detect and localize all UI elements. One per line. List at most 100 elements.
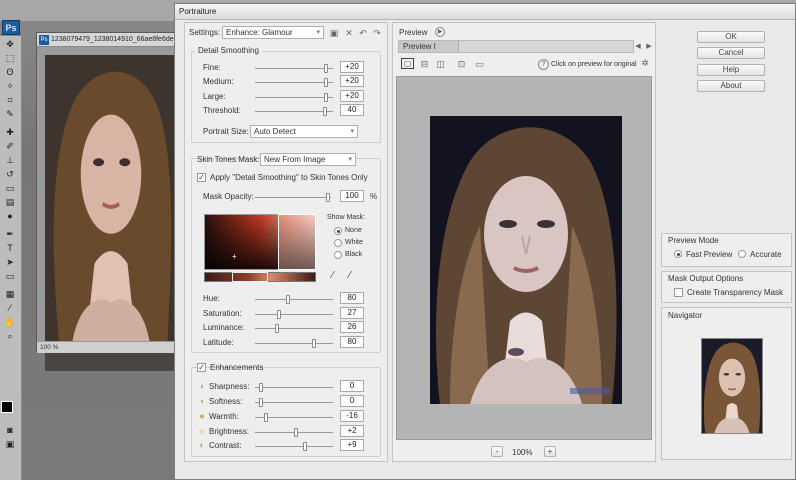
hand-tool-icon[interactable]: ✋ [3, 316, 17, 328]
tab-scroll-right-icon[interactable]: ▶ [645, 42, 653, 52]
notes-tool-icon[interactable]: ▦ [3, 288, 17, 300]
blur-tool-icon[interactable]: ● [3, 210, 17, 222]
preview-play-icon[interactable]: ▶ [435, 27, 445, 37]
mask-opacity-slider[interactable] [255, 193, 331, 202]
mask-opacity-input[interactable]: 100 [340, 190, 364, 202]
split-horizontal-icon[interactable]: ⊟ [419, 59, 430, 69]
skin-tone-hue-range[interactable] [232, 272, 268, 282]
skin-latitude-slider-thumb[interactable] [312, 339, 316, 348]
healing-tool-icon[interactable]: ✚ [3, 126, 17, 138]
detail-fine-slider-thumb[interactable] [324, 64, 328, 73]
skin-tone-selection-box[interactable] [278, 214, 316, 270]
new-preview-icon[interactable]: ⊡ [456, 59, 467, 69]
enh-warmth-input[interactable]: -16 [340, 410, 364, 422]
detail-large-slider-thumb[interactable] [324, 93, 328, 102]
show-mask-none-radio[interactable] [334, 227, 342, 235]
screen-mode-icon[interactable]: ▣ [3, 438, 17, 450]
move-tool-icon[interactable]: ✥ [3, 38, 17, 50]
ok-button[interactable]: OK [697, 31, 765, 43]
settings-preset-select[interactable]: Enhance: Glamour ▾ [222, 26, 324, 39]
history-brush-tool-icon[interactable]: ↺ [3, 168, 17, 180]
mask-opacity-thumb[interactable] [326, 193, 330, 202]
accurate-radio[interactable] [738, 250, 746, 258]
enh-warmth-slider-thumb[interactable] [264, 413, 268, 422]
enh-softness-input[interactable]: 0 [340, 395, 364, 407]
enhancements-checkbox[interactable]: ✓ [197, 363, 206, 372]
eyedropper2-tool-icon[interactable]: ⁄ [3, 302, 17, 314]
gradient-tool-icon[interactable]: ▤ [3, 196, 17, 208]
enh-sharpness-slider[interactable] [255, 383, 333, 392]
enh-brightness-slider[interactable] [255, 428, 333, 437]
tab-scroll-left-icon[interactable]: ◀ [634, 42, 642, 52]
skin-luminance-slider-thumb[interactable] [275, 324, 279, 333]
enh-softness-slider[interactable] [255, 398, 333, 407]
enh-brightness-input[interactable]: +2 [340, 425, 364, 437]
preview-portrait-image[interactable] [430, 116, 622, 404]
foreground-color-swatch[interactable] [1, 401, 13, 413]
document-tab[interactable]: Ps 1238079479_1238014910_66ae8fe6dee [37, 33, 177, 47]
detail-threshold-input[interactable]: 40 [340, 104, 364, 116]
single-view-icon[interactable]: ▢ [401, 58, 414, 69]
skin-hue-input[interactable]: 80 [340, 292, 364, 304]
skin-luminance-slider[interactable] [255, 324, 333, 333]
help-question-icon[interactable]: ? [538, 59, 549, 70]
redo-icon[interactable]: ↷ [372, 28, 382, 38]
enh-contrast-slider[interactable] [255, 442, 333, 451]
skin-latitude-input[interactable]: 80 [340, 336, 364, 348]
eyedropper-plus-icon[interactable]: ⁄ [349, 270, 351, 281]
skin-saturation-slider[interactable] [255, 310, 333, 319]
zoom-in-button[interactable]: + [544, 446, 556, 457]
skin-latitude-slider[interactable] [255, 339, 333, 348]
crop-tool-icon[interactable]: ⌗ [3, 94, 17, 106]
navigator-thumbnail[interactable] [701, 338, 763, 434]
detail-large-slider[interactable] [255, 93, 333, 102]
detail-medium-slider[interactable] [255, 78, 333, 87]
skin-saturation-input[interactable]: 27 [340, 307, 364, 319]
undo-icon[interactable]: ↶ [358, 28, 368, 38]
brush-tool-icon[interactable]: ✐ [3, 140, 17, 152]
enh-brightness-slider-thumb[interactable] [294, 428, 298, 437]
detail-threshold-slider[interactable] [255, 107, 333, 116]
enh-softness-slider-thumb[interactable] [259, 398, 263, 407]
eyedropper-tool-icon[interactable]: ✎ [3, 108, 17, 120]
document-canvas[interactable] [45, 55, 177, 371]
about-button[interactable]: About [697, 80, 765, 92]
split-vertical-icon[interactable]: ◫ [435, 59, 446, 69]
enh-sharpness-input[interactable]: 0 [340, 380, 364, 392]
delete-preset-icon[interactable]: ✕ [344, 28, 354, 38]
show-mask-white-radio[interactable] [334, 239, 342, 247]
detail-large-input[interactable]: +20 [340, 90, 364, 102]
help-button[interactable]: Help [697, 64, 765, 76]
enh-contrast-input[interactable]: +9 [340, 439, 364, 451]
zoom-tool-icon[interactable]: ⌕ [3, 330, 17, 342]
quick-mask-icon[interactable]: ◙ [3, 424, 17, 436]
create-transparency-mask-checkbox[interactable] [674, 288, 683, 297]
shape-tool-icon[interactable]: ▭ [3, 270, 17, 282]
cancel-button[interactable]: Cancel [697, 47, 765, 59]
stamp-tool-icon[interactable]: ⊥ [3, 154, 17, 166]
detail-medium-input[interactable]: +20 [340, 75, 364, 87]
magic-wand-tool-icon[interactable]: ✧ [3, 80, 17, 92]
lasso-tool-icon[interactable]: ʘ [3, 66, 17, 78]
detail-fine-slider[interactable] [255, 64, 333, 73]
enh-contrast-slider-thumb[interactable] [303, 442, 307, 451]
eyedropper-icon[interactable]: ⁄ [332, 270, 334, 281]
portrait-size-select[interactable]: Auto Detect ▾ [250, 125, 358, 138]
skin-tones-mask-select[interactable]: New From Image ▾ [260, 153, 356, 166]
preview-tab[interactable]: Preview I [399, 41, 459, 52]
pen-tool-icon[interactable]: ✒ [3, 228, 17, 240]
skin-luminance-input[interactable]: 26 [340, 321, 364, 333]
apply-skin-tones-checkbox[interactable]: ✓ [197, 173, 206, 182]
preview-folder-icon[interactable]: ▭ [474, 59, 485, 69]
marquee-tool-icon[interactable]: ⬚ [3, 52, 17, 64]
skin-saturation-slider-thumb[interactable] [277, 310, 281, 319]
detail-threshold-slider-thumb[interactable] [323, 107, 327, 116]
detail-fine-input[interactable]: +20 [340, 61, 364, 73]
show-mask-black-radio[interactable] [334, 251, 342, 259]
enh-sharpness-slider-thumb[interactable] [259, 383, 263, 392]
fast-preview-radio[interactable] [674, 250, 682, 258]
path-selection-tool-icon[interactable]: ➤ [3, 256, 17, 268]
skin-hue-slider-thumb[interactable] [286, 295, 290, 304]
detail-medium-slider-thumb[interactable] [324, 78, 328, 87]
enh-warmth-slider[interactable] [255, 413, 333, 422]
